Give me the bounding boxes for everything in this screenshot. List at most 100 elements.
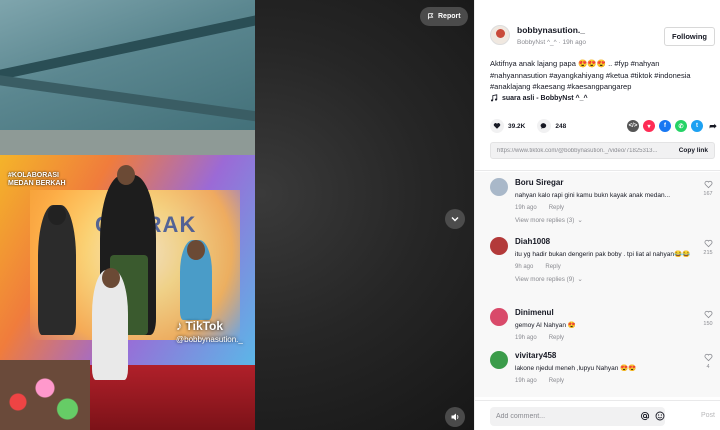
reply-button[interactable]: Reply <box>549 378 564 384</box>
comment-body: Boru Siregar nahyan kalo rapi gini kamu … <box>515 178 695 224</box>
comment-like-count: 167 <box>703 191 713 197</box>
comment-time: 19h ago <box>515 205 537 211</box>
commenter-avatar[interactable] <box>490 237 508 255</box>
commenter-avatar[interactable] <box>490 351 508 369</box>
watermark-username: @bobbynasution._ <box>176 335 243 344</box>
emoji-icon[interactable] <box>655 411 665 421</box>
author-block: bobbynasution._ BobbyNst ^_^ · 19h ago <box>490 25 586 46</box>
chevron-down-icon: ⌄ <box>577 276 583 283</box>
heart-icon <box>493 123 501 129</box>
chevron-down-icon <box>451 217 459 222</box>
commenter-name[interactable]: vivitary458 <box>515 351 695 360</box>
engagement-stats: 39.2K 248 <box>490 119 578 133</box>
comment-icon <box>541 123 547 129</box>
author-username[interactable]: bobbynasution._ <box>517 25 586 35</box>
person-head <box>102 268 120 288</box>
comment-list[interactable]: Boru Siregar nahyan kalo rapi gini kamu … <box>475 172 720 397</box>
share-arrow-icon[interactable]: ➦ <box>707 120 719 132</box>
banner-line: MEDAN BERKAH <box>8 180 66 187</box>
banner-text: #KOLABORASI MEDAN BERKAH <box>8 172 66 188</box>
share-icons: </> ▾ f ✆ t ➦ <box>627 120 719 132</box>
view-more-replies[interactable]: View more replies (3) ⌄ <box>515 217 695 224</box>
reply-button[interactable]: Reply <box>549 335 564 341</box>
watermark-brand: TikTok <box>185 318 224 333</box>
comment-meta: 9h ago Reply <box>515 264 695 270</box>
heart-outline-icon <box>704 353 712 362</box>
comment-button[interactable] <box>537 119 552 133</box>
report-label: Report <box>438 13 461 20</box>
commenter-name[interactable]: Dinimenul <box>515 308 695 317</box>
like-count: 39.2K <box>508 122 526 130</box>
comment-time: 19h ago <box>515 378 537 384</box>
comment-count: 248 <box>555 122 567 130</box>
music-label: suara asli - BobbyNst ^_^ <box>502 94 588 102</box>
flag-icon <box>427 13 434 20</box>
commenter-name[interactable]: Boru Siregar <box>515 178 695 187</box>
comment-like[interactable]: 4 <box>702 353 714 370</box>
commenter-name[interactable]: Diah1008 <box>515 237 695 246</box>
author-text: bobbynasution._ BobbyNst ^_^ · 19h ago <box>517 25 586 46</box>
comment-meta: 19h ago Reply <box>515 335 695 341</box>
commenter-avatar[interactable] <box>490 308 508 326</box>
tiktok-logo-icon: ♪ <box>176 318 183 333</box>
comment-text: gemoy Al Nahyan 😍 <box>515 322 576 329</box>
following-button[interactable]: Following <box>664 27 715 46</box>
twitter-icon[interactable]: t <box>691 120 703 132</box>
comment-stat[interactable]: 248 <box>537 119 566 133</box>
embed-icon[interactable]: </> <box>627 120 639 132</box>
commenter-avatar[interactable] <box>490 178 508 196</box>
post-time: 19h ago <box>562 39 586 46</box>
person-head <box>117 165 135 185</box>
author-subline: BobbyNst ^_^ · 19h ago <box>517 39 586 46</box>
avatar[interactable] <box>490 25 510 45</box>
like-button[interactable] <box>490 119 504 133</box>
comment-body: vivitary458 lakone njedul meneh ,lupyu N… <box>515 351 695 384</box>
reply-button[interactable]: Reply <box>549 205 564 211</box>
comment-text: lakone njedul meneh ,lupyu Nahyan 😍😍 <box>515 365 637 372</box>
person-head <box>187 240 205 260</box>
tiktok-watermark: ♪ TikTok @bobbynasution._ <box>176 318 243 344</box>
comment-text: itu yg hadir bukan dengerin pak boby . t… <box>515 251 691 258</box>
author-display-name: BobbyNst ^_^ <box>517 39 557 46</box>
copy-link-box[interactable]: https://www.tiktok.com/@bobbynasution._/… <box>490 142 715 159</box>
reply-button[interactable]: Reply <box>545 264 560 270</box>
report-button[interactable]: Report <box>420 7 468 26</box>
comment-like[interactable]: 167 <box>702 180 714 197</box>
music-note-icon <box>490 94 498 102</box>
banner-line: #KOLABORASI <box>8 172 59 179</box>
comment-time: 19h ago <box>515 335 537 341</box>
sound-button[interactable] <box>445 407 465 427</box>
volume-icon <box>451 413 459 421</box>
comment-like-count: 150 <box>703 321 713 327</box>
video-caption: Aktifnya anak lajang papa 😍😍😍 .. #fyp #n… <box>490 58 715 93</box>
music-link[interactable]: suara asli - BobbyNst ^_^ <box>490 94 588 102</box>
comment-meta: 19h ago Reply <box>515 378 695 384</box>
mention-icon[interactable] <box>640 411 650 421</box>
heart-outline-icon <box>704 180 712 189</box>
comment-like-count: 4 <box>706 364 710 370</box>
heart-outline-icon <box>704 239 712 248</box>
like-stat[interactable]: 39.2K <box>490 119 525 133</box>
caption-text: Aktifnya anak lajang papa 😍😍😍 .. <box>490 59 615 68</box>
comment-like[interactable]: 215 <box>702 239 714 256</box>
whatsapp-icon[interactable]: ✆ <box>675 120 687 132</box>
app-root: #KOLABORASI MEDAN BERKAH GEBRAK ♪ TikTok… <box>0 0 720 430</box>
view-more-label: View more replies (3) <box>515 217 575 224</box>
comment-like[interactable]: 150 <box>702 310 714 327</box>
view-more-replies[interactable]: View more replies (9) ⌄ <box>515 276 695 283</box>
send-icon[interactable]: ▾ <box>643 120 655 132</box>
watermark-logo: ♪ TikTok <box>176 318 243 333</box>
post-button[interactable]: Post <box>701 412 715 419</box>
facebook-icon[interactable]: f <box>659 120 671 132</box>
copy-link-button[interactable]: Copy link <box>679 147 708 154</box>
add-comment-input[interactable] <box>490 407 665 426</box>
next-video-button[interactable] <box>445 209 465 229</box>
comment-body: Dinimenul gemoy Al Nahyan 😍 19h ago Reply <box>515 308 695 341</box>
video-url: https://www.tiktok.com/@bobbynasution._/… <box>497 147 658 154</box>
video-frame[interactable]: #KOLABORASI MEDAN BERKAH GEBRAK ♪ TikTok… <box>0 0 255 430</box>
video-player[interactable]: #KOLABORASI MEDAN BERKAH GEBRAK ♪ TikTok… <box>0 0 474 430</box>
comment-time: 9h ago <box>515 264 534 270</box>
details-panel: bobbynasution._ BobbyNst ^_^ · 19h ago F… <box>474 0 720 430</box>
comment-composer: Post <box>475 400 720 430</box>
comment-meta: 19h ago Reply <box>515 205 695 211</box>
